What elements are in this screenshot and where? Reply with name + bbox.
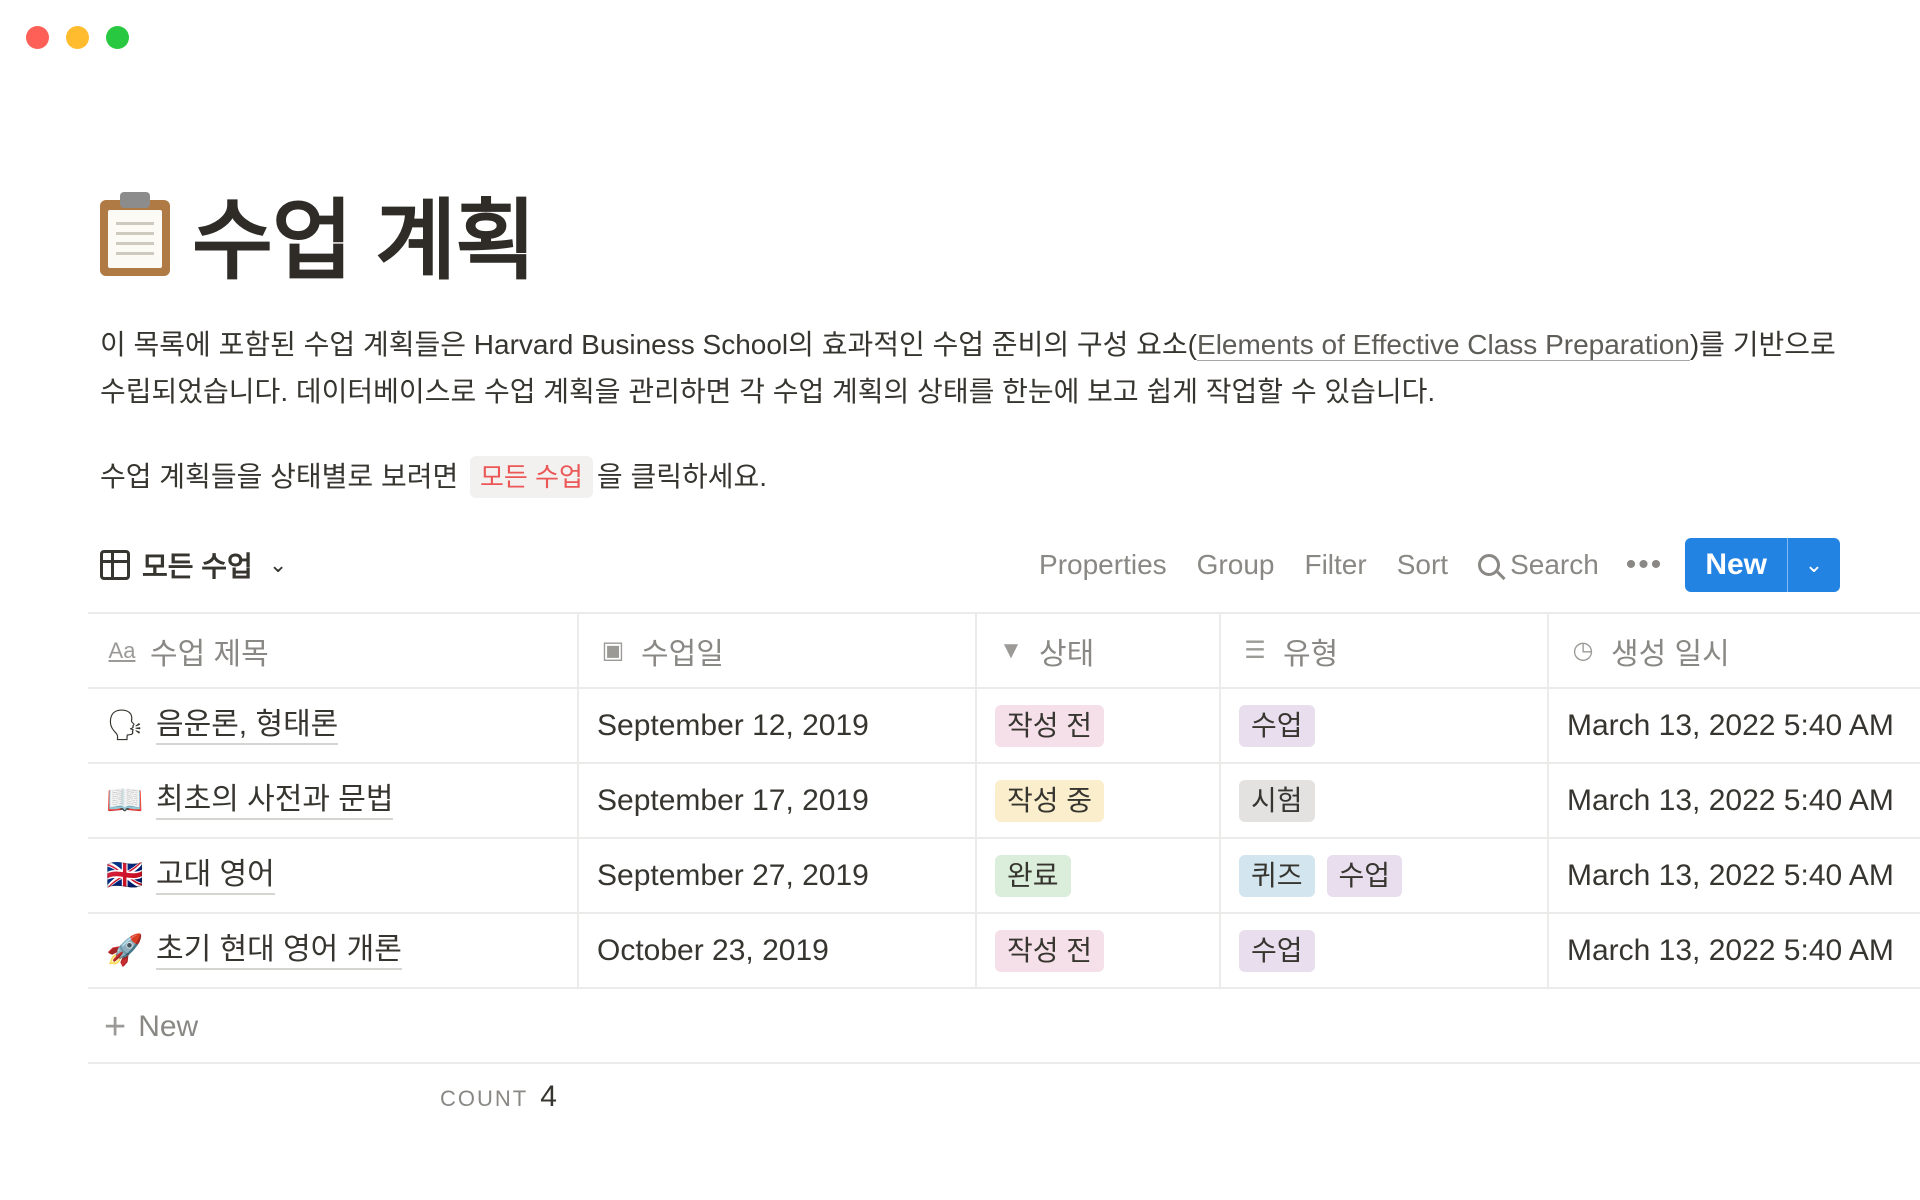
- page-emoji-icon: 🚀: [106, 934, 144, 967]
- new-dropdown-chevron-icon[interactable]: ⌄: [1787, 538, 1840, 592]
- description-link[interactable]: Elements of Effective Class Preparation: [1197, 329, 1690, 361]
- view-selector[interactable]: 모든 수업 ⌄: [100, 536, 287, 594]
- row-status[interactable]: 완료: [976, 838, 1221, 914]
- count-value: 4: [540, 1080, 557, 1113]
- table-row[interactable]: 📖 최초의 사전과 문법 September 17, 2019 작성 중 시험 M…: [88, 763, 1920, 839]
- table-row[interactable]: 🗣 음운론, 형태론 September 12, 2019 작성 전 수업 Mar…: [88, 688, 1920, 764]
- page-emoji-icon: 🗣: [106, 709, 145, 742]
- type-tag: 수업: [1239, 929, 1315, 972]
- type-tag: 수업: [1239, 704, 1315, 747]
- column-header-label: 상태: [1039, 637, 1095, 671]
- column-header-status[interactable]: ▼ 상태: [976, 612, 1221, 689]
- calendar-icon: ▣: [601, 637, 625, 664]
- page-title[interactable]: 수업 계획: [192, 170, 536, 297]
- status-tag: 작성 전: [995, 929, 1105, 972]
- type-tag: 퀴즈: [1239, 854, 1315, 897]
- more-options-icon[interactable]: •••: [1614, 548, 1686, 582]
- row-status[interactable]: 작성 중: [976, 763, 1221, 839]
- window-controls: [26, 26, 129, 49]
- count-summary[interactable]: COUNT 4: [440, 1080, 557, 1114]
- status-tag: 작성 전: [995, 704, 1105, 747]
- row-title[interactable]: 음운론, 형태론: [156, 707, 339, 745]
- column-header-created[interactable]: ◷ 생성 일시: [1548, 612, 1920, 689]
- status-tag: 작성 중: [995, 779, 1105, 822]
- sort-button[interactable]: Sort: [1382, 549, 1463, 581]
- group-button[interactable]: Group: [1182, 549, 1290, 581]
- search-label: Search: [1510, 549, 1599, 580]
- table-icon: [100, 550, 130, 580]
- search-button[interactable]: Search: [1463, 549, 1614, 581]
- hint-text-before: 수업 계획들을 상태별로 보려면: [100, 461, 459, 492]
- view-name: 모든 수업: [142, 551, 253, 582]
- row-created: March 13, 2022 5:40 AM: [1548, 838, 1920, 914]
- page-emoji-icon: 🇬🇧: [106, 859, 144, 892]
- database-table: Aa 수업 제목 ▣ 수업일 ▼ 상태 ☰ 유형 ◷ 생성 일시 🗣 음운론, 형태론 Se…: [88, 612, 1920, 989]
- row-type[interactable]: 시험: [1220, 763, 1549, 839]
- column-header-label: 생성 일시: [1611, 637, 1730, 671]
- description-text-1: 이 목록에 포함된 수업 계획들은 Harvard Business Schoo…: [100, 329, 1198, 360]
- type-tag: 수업: [1326, 854, 1403, 897]
- database-toolbar: 모든 수업 ⌄ Properties Group Filter Sort Sea…: [100, 536, 1840, 594]
- view-mention-chip[interactable]: 모든 수업: [470, 456, 593, 498]
- column-header-date[interactable]: ▣ 수업일: [578, 612, 977, 689]
- page-emoji-icon: 📖: [106, 784, 144, 817]
- clock-icon: ◷: [1572, 637, 1594, 664]
- add-row-label: New: [138, 1010, 199, 1043]
- row-date[interactable]: October 23, 2019: [578, 913, 977, 989]
- row-date[interactable]: September 27, 2019: [578, 838, 977, 914]
- row-title[interactable]: 고대 영어: [156, 857, 275, 895]
- page-header: 수업 계획: [100, 170, 1900, 297]
- row-title[interactable]: 최초의 사전과 문법: [156, 782, 394, 820]
- row-title[interactable]: 초기 현대 영어 개론: [156, 932, 402, 970]
- column-header-type[interactable]: ☰ 유형: [1220, 612, 1549, 689]
- status-icon: ▼: [999, 636, 1023, 664]
- row-created: March 13, 2022 5:40 AM: [1548, 913, 1920, 989]
- row-status[interactable]: 작성 전: [976, 913, 1221, 989]
- row-type[interactable]: 퀴즈 수업: [1220, 838, 1549, 914]
- new-button-group: New ⌄: [1685, 538, 1840, 592]
- list-icon: ☰: [1244, 637, 1266, 664]
- new-button[interactable]: New: [1685, 538, 1787, 592]
- column-header-title[interactable]: Aa 수업 제목: [88, 612, 579, 689]
- type-tag: 시험: [1239, 779, 1315, 822]
- hint-text-after: 을 클릭하세요.: [596, 461, 768, 492]
- column-header-label: 유형: [1283, 637, 1339, 671]
- row-created: March 13, 2022 5:40 AM: [1548, 763, 1920, 839]
- column-header-label: 수업 제목: [150, 637, 269, 671]
- row-date[interactable]: September 17, 2019: [578, 763, 977, 839]
- search-icon: [1478, 554, 1501, 576]
- maximize-window-button[interactable]: [106, 26, 129, 49]
- page-description: 이 목록에 포함된 수업 계획들은 Harvard Business Schoo…: [100, 321, 1860, 415]
- row-type[interactable]: 수업: [1220, 688, 1549, 764]
- hint-line: 수업 계획들을 상태별로 보려면 모든 수업 을 클릭하세요.: [100, 453, 1900, 500]
- text-property-icon: Aa: [108, 637, 136, 663]
- table-header-row: Aa 수업 제목 ▣ 수업일 ▼ 상태 ☰ 유형 ◷ 생성 일시: [88, 612, 1920, 689]
- status-tag: 완료: [995, 854, 1071, 897]
- row-created: March 13, 2022 5:40 AM: [1548, 688, 1920, 764]
- close-window-button[interactable]: [26, 26, 49, 49]
- properties-button[interactable]: Properties: [1024, 549, 1182, 581]
- toolbar-actions: Properties Group Filter Sort Search ••• …: [1024, 536, 1840, 594]
- page-content: 수업 계획 이 목록에 포함된 수업 계획들은 Harvard Business…: [100, 170, 1900, 500]
- table-row[interactable]: 🇬🇧 고대 영어 September 27, 2019 완료 퀴즈 수업 March…: [88, 838, 1920, 914]
- column-header-label: 수업일: [641, 637, 724, 671]
- row-date[interactable]: September 12, 2019: [578, 688, 977, 764]
- count-label: COUNT: [440, 1086, 529, 1111]
- plus-icon: +: [104, 1005, 127, 1048]
- add-row-button[interactable]: + New: [88, 992, 1920, 1064]
- chevron-down-icon: ⌄: [268, 552, 288, 577]
- table-row[interactable]: 🚀 초기 현대 영어 개론 October 23, 2019 작성 전 수업 Ma…: [88, 913, 1920, 989]
- row-status[interactable]: 작성 전: [976, 688, 1221, 764]
- minimize-window-button[interactable]: [66, 26, 89, 49]
- clipboard-icon[interactable]: [100, 191, 170, 276]
- row-type[interactable]: 수업: [1220, 913, 1549, 989]
- filter-button[interactable]: Filter: [1289, 549, 1381, 581]
